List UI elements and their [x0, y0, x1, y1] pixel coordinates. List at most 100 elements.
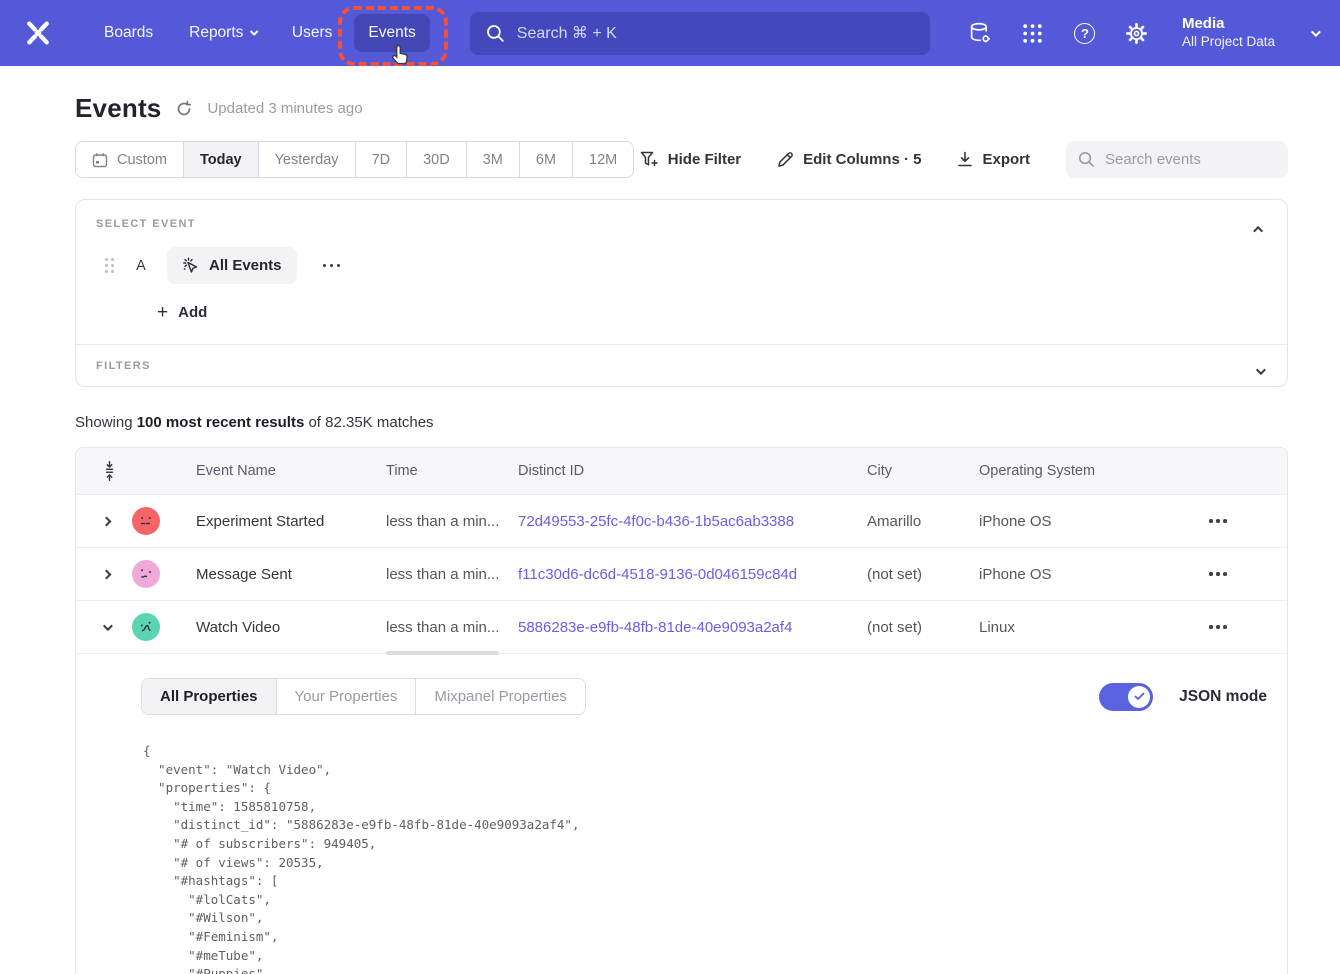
checkmark-icon	[1134, 692, 1145, 701]
time-cell: less than a min...	[386, 513, 518, 530]
search-icon	[486, 24, 505, 43]
export-button[interactable]: Export	[957, 151, 1030, 168]
distinct-id-link[interactable]: 5886283e-e9fb-48fb-81de-40e9093a2af4	[518, 619, 867, 636]
add-event-button[interactable]: Add	[157, 303, 1267, 322]
chevron-down-icon	[251, 28, 259, 36]
magic-cursor-icon	[182, 257, 200, 275]
table-row[interactable]: Experiment Started less than a min... 72…	[76, 494, 1287, 547]
expand-row-button[interactable]	[96, 518, 132, 525]
event-avatar	[132, 613, 160, 641]
date-range-3m[interactable]: 3M	[467, 142, 520, 177]
date-range-yesterday[interactable]: Yesterday	[259, 142, 356, 177]
date-range-today[interactable]: Today	[184, 142, 259, 177]
date-range-custom[interactable]: Custom	[76, 142, 184, 177]
drag-handle-icon[interactable]	[105, 258, 115, 274]
date-range-7d[interactable]: 7D	[356, 142, 408, 177]
workspace-project: All Project Data	[1182, 34, 1275, 51]
event-avatar	[132, 507, 160, 535]
json-mode-label: JSON mode	[1179, 688, 1267, 706]
date-range-6m[interactable]: 6M	[520, 142, 573, 177]
apps-grid-icon[interactable]	[1020, 20, 1046, 46]
tab-all-properties[interactable]: All Properties	[142, 679, 277, 714]
edit-columns-button[interactable]: Edit Columns · 5	[777, 151, 921, 168]
search-events-placeholder: Search events	[1105, 151, 1201, 168]
filters-label: FILTERS	[96, 360, 1267, 372]
row-more-options-icon[interactable]	[1203, 513, 1233, 529]
distinct-id-link[interactable]: 72d49553-25fc-4f0c-b436-1b5ac6ab3388	[518, 513, 867, 530]
json-mode-toggle[interactable]	[1099, 683, 1153, 711]
results-summary: Showing 100 most recent results of 82.35…	[75, 414, 1288, 431]
date-range-30d[interactable]: 30D	[407, 142, 467, 177]
step-letter: A	[135, 258, 147, 274]
cursor-hand-icon	[390, 44, 411, 67]
pencil-icon	[777, 151, 794, 168]
event-selector-label: All Events	[209, 257, 282, 274]
calendar-icon	[92, 152, 108, 168]
column-header-time: Time	[386, 463, 518, 479]
collapse-rows-icon[interactable]	[96, 461, 132, 481]
tab-your-properties[interactable]: Your Properties	[277, 679, 417, 714]
settings-gear-icon[interactable]	[1124, 20, 1150, 46]
download-icon	[957, 151, 973, 168]
events-table: Event Name Time Distinct ID City Operati…	[75, 447, 1288, 974]
time-cell: less than a min...	[386, 566, 518, 583]
column-header-os: Operating System	[979, 463, 1169, 479]
event-selector-button[interactable]: All Events	[167, 247, 297, 284]
search-events-input[interactable]: Search events	[1066, 141, 1288, 178]
column-header-distinct-id: Distinct ID	[518, 463, 867, 479]
page-title: Events	[75, 93, 161, 124]
date-range-12m[interactable]: 12M	[573, 142, 633, 177]
collapse-row-button[interactable]	[96, 624, 132, 631]
chevron-right-icon	[102, 516, 112, 526]
os-cell: Linux	[979, 619, 1169, 636]
city-cell: (not set)	[867, 619, 979, 636]
event-name-cell: Message Sent	[196, 566, 386, 583]
last-updated-text: Updated 3 minutes ago	[207, 100, 362, 117]
toggle-knob	[1128, 686, 1150, 708]
distinct-id-link[interactable]: f11c30d6-dc6d-4518-9136-0d046159c84d	[518, 566, 867, 583]
row-more-options-icon[interactable]	[1203, 566, 1233, 582]
horizontal-scrollbar-thumb[interactable]	[386, 651, 499, 655]
global-search-input[interactable]: Search ⌘ + K	[470, 12, 930, 55]
refresh-icon[interactable]	[175, 100, 193, 118]
column-header-event-name: Event Name	[196, 463, 386, 479]
event-json-payload: { "event": "Watch Video", "properties": …	[143, 742, 1267, 974]
workspace-switcher[interactable]: Media All Project Data	[1182, 15, 1275, 51]
properties-tabs: All Properties Your Properties Mixpanel …	[141, 678, 586, 715]
search-icon	[1078, 151, 1095, 168]
event-name-cell: Experiment Started	[196, 513, 386, 530]
table-header-row: Event Name Time Distinct ID City Operati…	[76, 448, 1287, 494]
funnel-plus-icon	[640, 151, 659, 168]
plus-icon	[157, 303, 168, 322]
hide-filter-button[interactable]: Hide Filter	[640, 151, 741, 168]
mixpanel-logo[interactable]	[20, 15, 56, 51]
expand-filters-button[interactable]	[1256, 362, 1263, 380]
nav-item-boards[interactable]: Boards	[90, 14, 167, 52]
event-avatar	[132, 560, 160, 588]
row-more-options-icon[interactable]	[1203, 619, 1233, 635]
event-detail-panel: All Properties Your Properties Mixpanel …	[76, 653, 1287, 974]
collapse-section-button[interactable]	[1256, 220, 1263, 238]
table-row[interactable]: Message Sent less than a min... f11c30d6…	[76, 547, 1287, 600]
data-management-icon[interactable]	[968, 20, 994, 46]
column-header-city: City	[867, 463, 979, 479]
os-cell: iPhone OS	[979, 513, 1169, 530]
city-cell: (not set)	[867, 566, 979, 583]
workspace-name: Media	[1182, 15, 1275, 34]
top-navigation: Boards Reports Users Events Search ⌘ + K	[0, 0, 1340, 66]
query-builder-card: SELECT EVENT A All Events Add	[75, 199, 1288, 387]
chevron-right-icon	[102, 569, 112, 579]
nav-item-reports[interactable]: Reports	[175, 14, 270, 52]
help-icon[interactable]	[1072, 20, 1098, 46]
more-options-icon[interactable]	[317, 258, 347, 274]
event-name-cell: Watch Video	[196, 619, 386, 636]
date-range-selector: Custom Today Yesterday 7D 30D 3M 6M 12M	[75, 141, 634, 178]
expand-row-button[interactable]	[96, 571, 132, 578]
os-cell: iPhone OS	[979, 566, 1169, 583]
select-event-label: SELECT EVENT	[96, 218, 1267, 230]
table-row-expanded[interactable]: Watch Video less than a min... 5886283e-…	[76, 600, 1287, 653]
nav-item-users[interactable]: Users	[278, 14, 346, 52]
tab-mixpanel-properties[interactable]: Mixpanel Properties	[416, 679, 585, 714]
global-search-placeholder: Search ⌘ + K	[517, 23, 617, 43]
chevron-down-icon	[1311, 27, 1321, 37]
